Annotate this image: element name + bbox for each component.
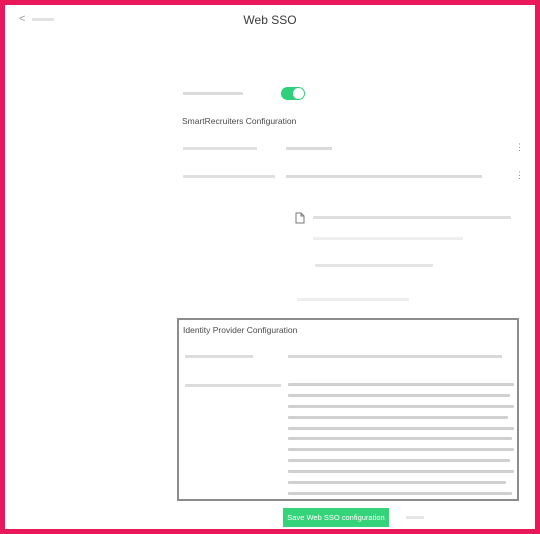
field-value-1 xyxy=(286,147,332,150)
field-label-1 xyxy=(183,147,257,150)
idp-sso-url-input[interactable] xyxy=(288,355,502,358)
toggle-knob xyxy=(293,88,304,99)
smartrecruiters-config-heading: SmartRecruiters Configuration xyxy=(182,116,297,126)
identity-provider-heading: Identity Provider Configuration xyxy=(183,325,298,335)
metadata-download-text xyxy=(313,216,511,219)
idp-certificate-textarea[interactable] xyxy=(288,379,514,499)
enable-sso-label xyxy=(183,92,243,95)
page-title: Web SSO xyxy=(243,13,297,27)
enable-sso-toggle[interactable] xyxy=(281,87,305,100)
app-frame: < Web SSO SmartRecruiters Configuration … xyxy=(5,5,535,529)
copy-icon[interactable]: ⋮ xyxy=(515,170,524,181)
save-sso-button[interactable]: Save Web SSO configuration xyxy=(283,508,389,527)
metadata-url-text[interactable] xyxy=(315,264,433,267)
metadata-hint-text xyxy=(313,237,463,240)
document-icon[interactable] xyxy=(295,212,305,224)
idp-sso-url-label xyxy=(185,355,253,358)
field-value-2 xyxy=(286,175,482,178)
field-label-2 xyxy=(183,175,275,178)
download-metadata-link[interactable] xyxy=(297,298,409,301)
copy-icon[interactable]: ⋮ xyxy=(515,142,524,153)
cancel-button[interactable] xyxy=(406,516,424,519)
idp-certificate-label xyxy=(185,384,281,387)
